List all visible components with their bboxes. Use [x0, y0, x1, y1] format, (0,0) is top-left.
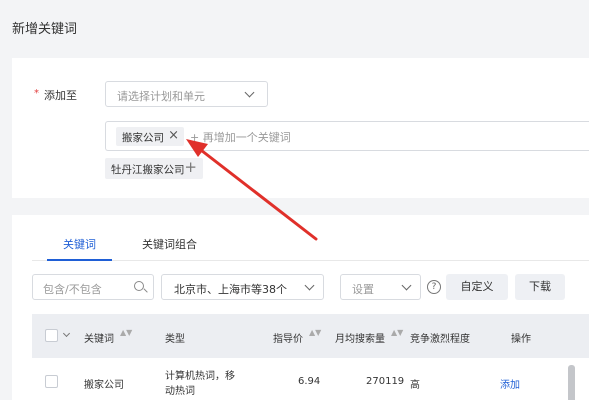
annotation-arrow: [186, 139, 318, 241]
arrow-shaft: [195, 145, 318, 241]
